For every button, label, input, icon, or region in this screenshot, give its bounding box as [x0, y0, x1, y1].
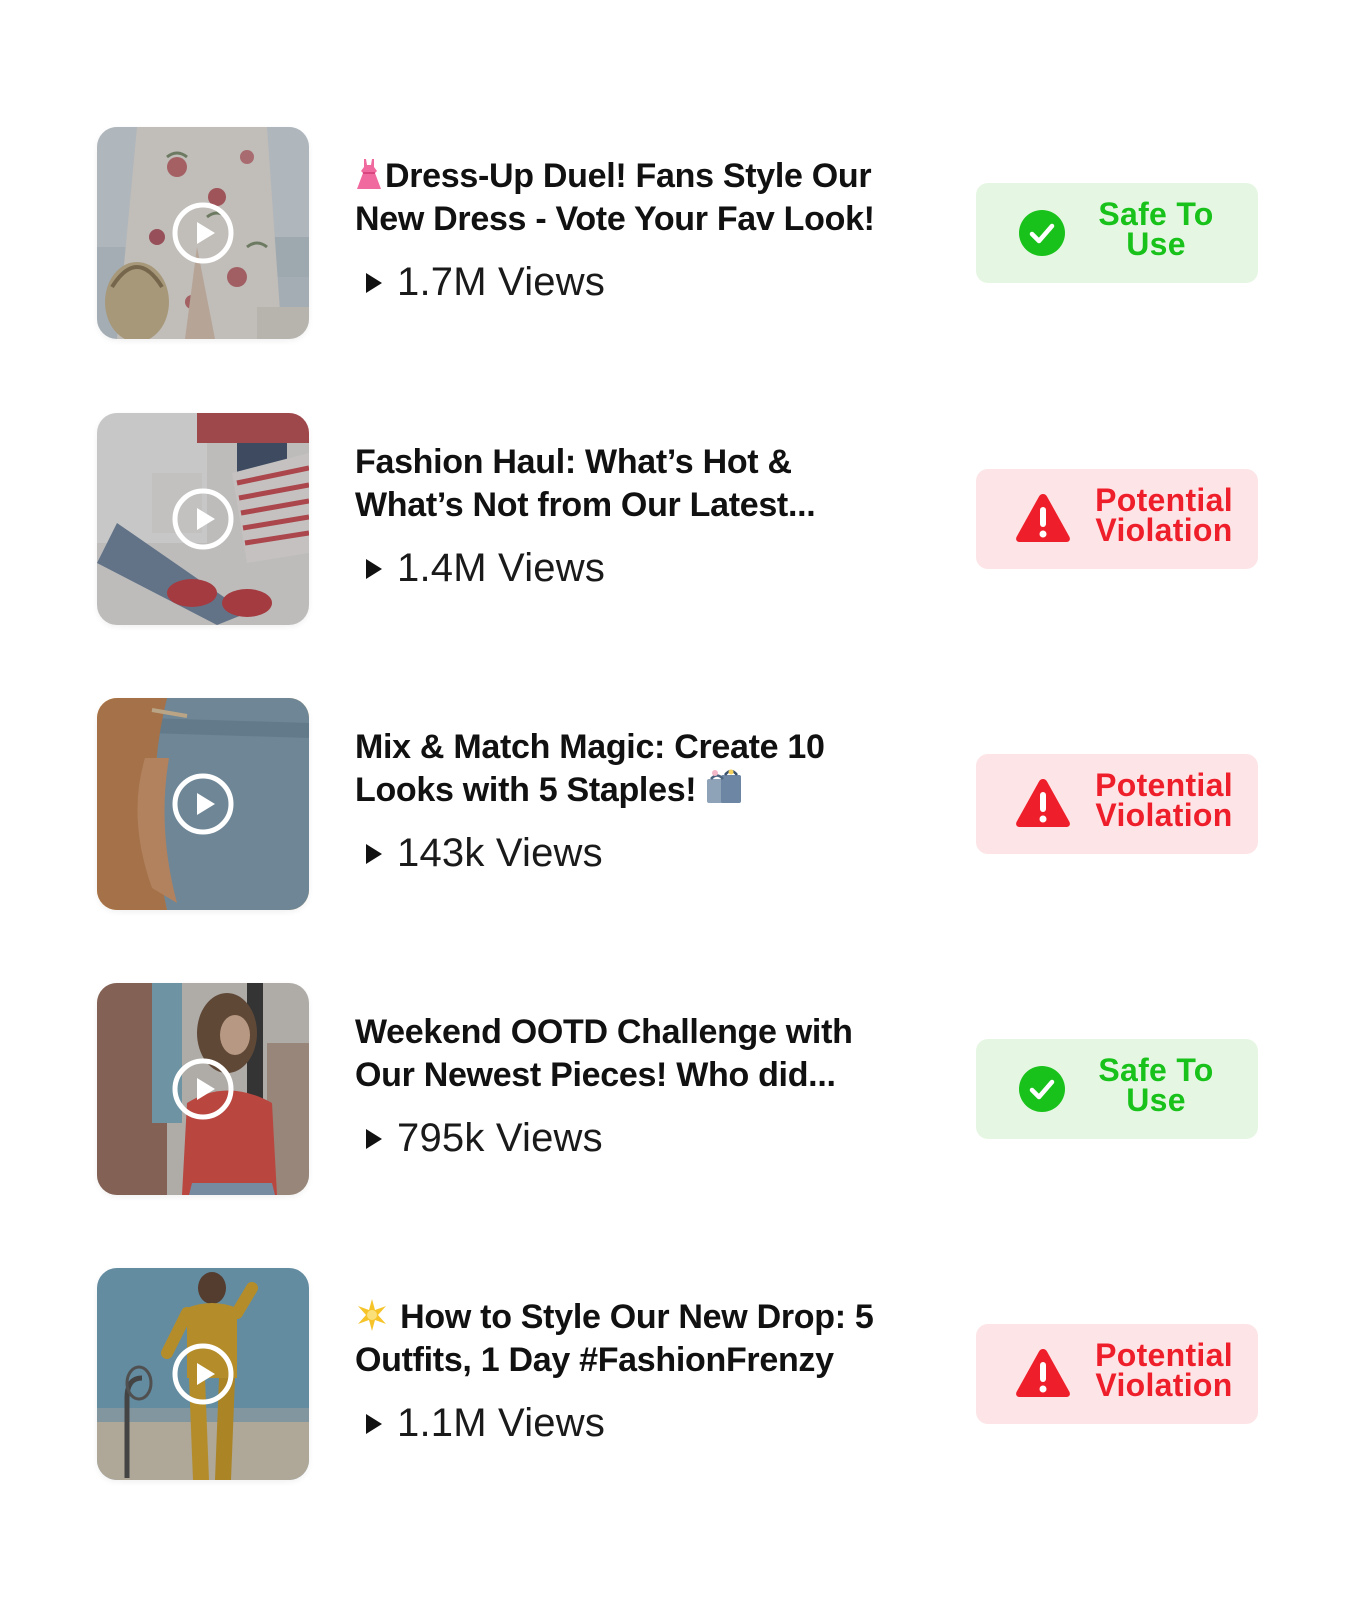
check-circle-icon	[1019, 1066, 1065, 1112]
video-title[interactable]: Dress-Up Duel! Fans Style Our New Dress -…	[355, 155, 925, 241]
view-count: 1.4M Views	[355, 545, 925, 591]
video-thumbnail[interactable]	[97, 127, 309, 339]
view-count: 143k Views	[355, 830, 925, 876]
video-row[interactable]: Weekend OOTD Challenge with Our Newest Pi…	[0, 983, 1358, 1195]
status-badge-violation: Potential Violation	[976, 1324, 1258, 1424]
video-row[interactable]: How to Style Our New Drop: 5 Outfits, 1 D…	[0, 1268, 1358, 1480]
warning-triangle-icon	[1016, 1349, 1070, 1397]
status-badge-safe: Safe To Use	[976, 183, 1258, 283]
video-row[interactable]: Dress-Up Duel! Fans Style Our New Dress -…	[0, 127, 1358, 339]
view-count: 1.7M Views	[355, 259, 925, 305]
sparkle-emoji	[355, 1298, 389, 1332]
status-badge-violation: Potential Violation	[976, 469, 1258, 569]
views-play-icon	[366, 1129, 382, 1149]
video-thumbnail[interactable]	[97, 983, 309, 1195]
status-badge-safe: Safe To Use	[976, 1039, 1258, 1139]
video-title[interactable]: Fashion Haul: What’s Hot & What’s Not fro…	[355, 441, 925, 527]
video-title[interactable]: How to Style Our New Drop: 5 Outfits, 1 D…	[355, 1296, 925, 1382]
view-count-text: 1.7M Views	[397, 260, 606, 304]
video-title[interactable]: Weekend OOTD Challenge with Our Newest Pi…	[355, 1011, 925, 1097]
video-list: Dress-Up Duel! Fans Style Our New Dress -…	[0, 0, 1358, 1613]
video-row[interactable]: Mix & Match Magic: Create 10 Looks with 5…	[0, 698, 1358, 910]
view-count-text: 143k Views	[397, 831, 603, 875]
video-row[interactable]: Fashion Haul: What’s Hot & What’s Not fro…	[0, 413, 1358, 625]
status-label: Safe To Use	[1098, 196, 1214, 262]
status-label: Safe To Use	[1098, 1052, 1214, 1118]
play-icon[interactable]	[171, 772, 235, 836]
status-label: Potential Violation	[1095, 482, 1233, 548]
check-circle-icon	[1019, 210, 1065, 256]
video-thumbnail[interactable]	[97, 1268, 309, 1480]
status-badge-violation: Potential Violation	[976, 754, 1258, 854]
warning-triangle-icon	[1016, 779, 1070, 827]
views-play-icon	[366, 844, 382, 864]
video-thumbnail[interactable]	[97, 698, 309, 910]
view-count: 1.1M Views	[355, 1400, 925, 1446]
status-label: Potential Violation	[1095, 767, 1233, 833]
shopping-bags-emoji	[705, 769, 743, 805]
video-thumbnail[interactable]	[97, 413, 309, 625]
view-count-text: 1.1M Views	[397, 1401, 606, 1445]
play-icon[interactable]	[171, 201, 235, 265]
views-play-icon	[366, 559, 382, 579]
play-icon[interactable]	[171, 1057, 235, 1121]
view-count-text: 1.4M Views	[397, 546, 606, 590]
views-play-icon	[366, 273, 382, 293]
view-count-text: 795k Views	[397, 1116, 603, 1160]
play-icon[interactable]	[171, 1342, 235, 1406]
dress-emoji	[355, 157, 383, 191]
play-icon[interactable]	[171, 487, 235, 551]
warning-triangle-icon	[1016, 494, 1070, 542]
status-label: Potential Violation	[1095, 1337, 1233, 1403]
video-title[interactable]: Mix & Match Magic: Create 10 Looks with 5…	[355, 726, 925, 812]
views-play-icon	[366, 1414, 382, 1434]
view-count: 795k Views	[355, 1115, 925, 1161]
